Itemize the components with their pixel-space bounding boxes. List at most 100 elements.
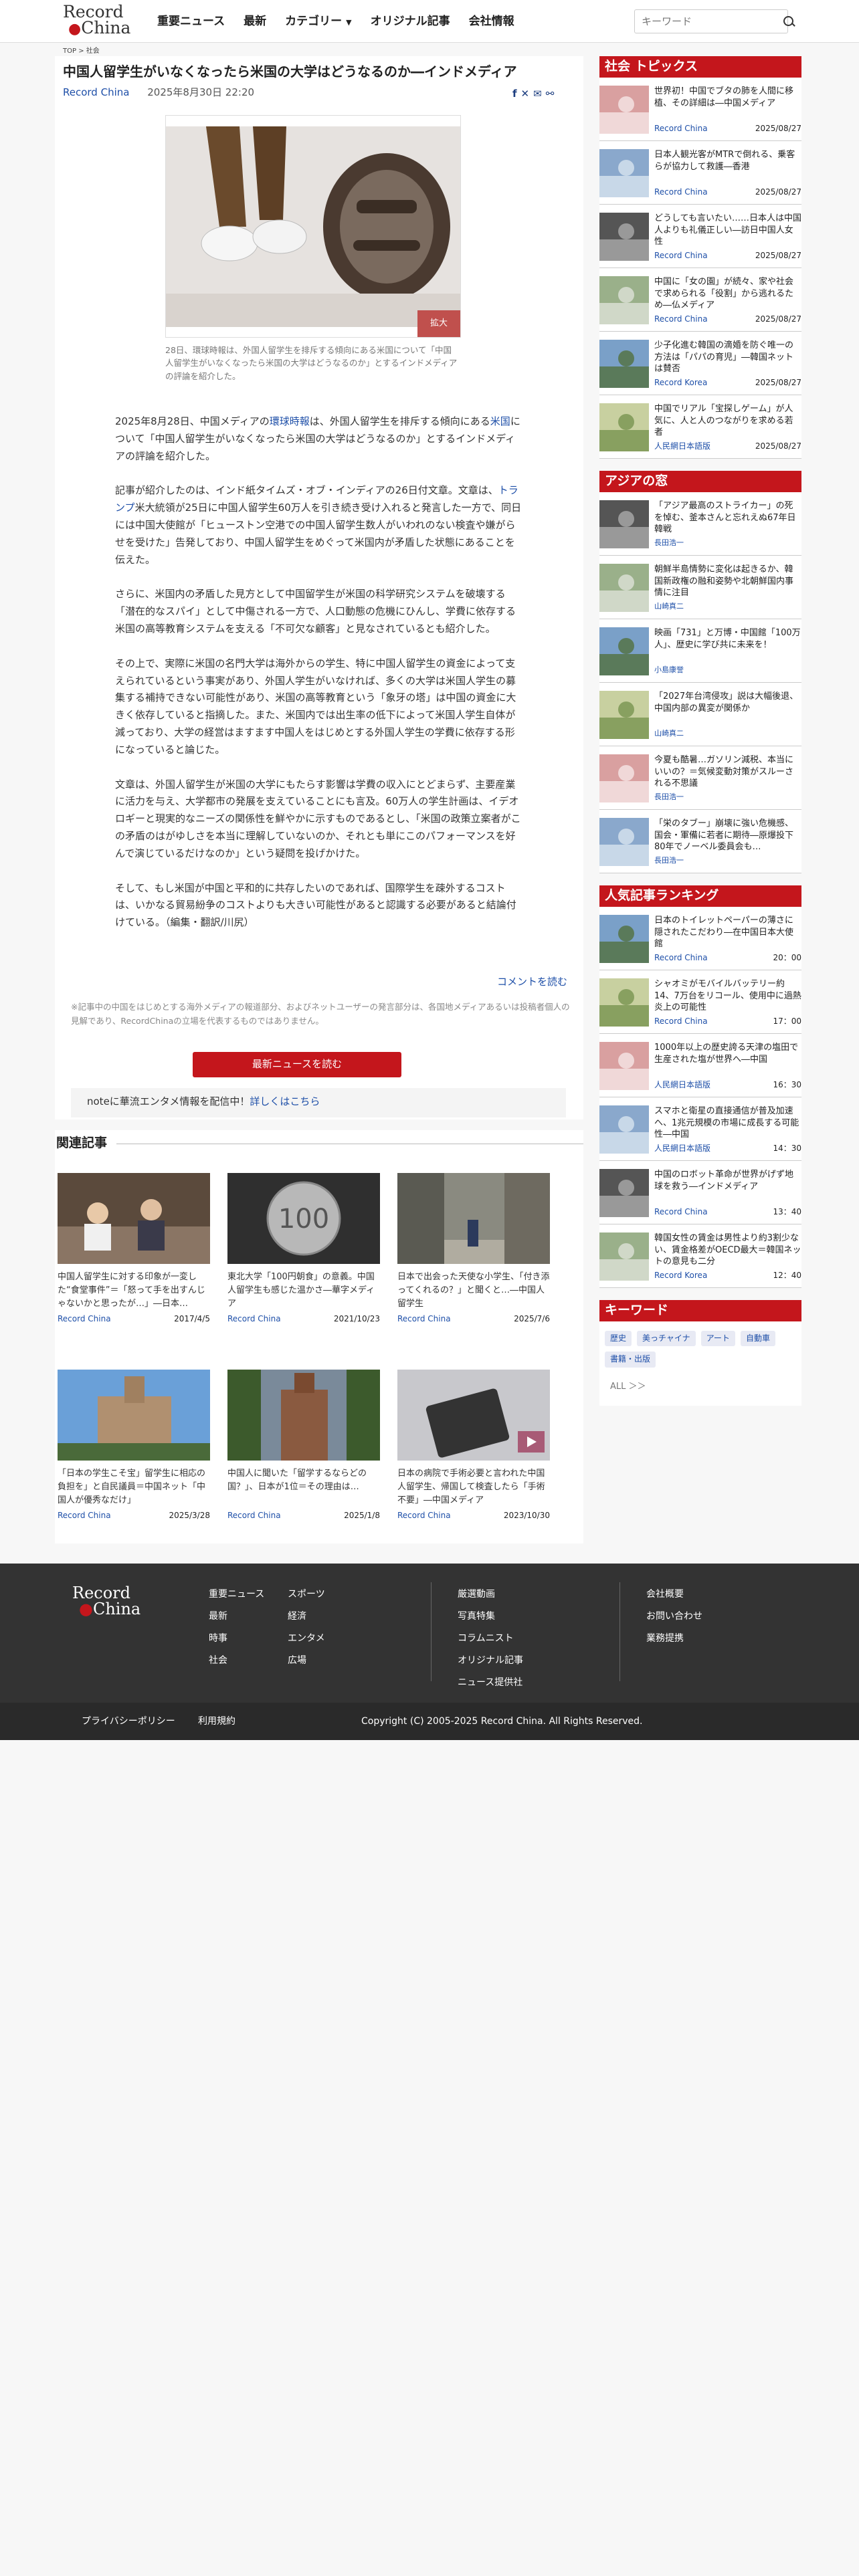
asia-item[interactable]: 「2027年台湾侵攻」説は大幅後退、中国内部の異変が関係か 山崎真二 [599,683,801,746]
link-usa[interactable]: 米国 [490,415,510,427]
footer-link[interactable]: コラムニスト [458,1628,523,1650]
related-card[interactable]: 中国人留学生に対する印象が一変した“食堂事件”＝「怒って手を出すんじゃないかと思… [58,1173,210,1325]
item-title: 「2027年台湾侵攻」説は大幅後退、中国内部の異変が関係か [654,691,799,714]
nav-latest[interactable]: 最新 [244,13,266,30]
article-container: 中国人留学生がいなくなったら米国の大学はどうなるのか―インドメディア Recor… [55,56,583,1119]
social-item[interactable]: 中国に「女の園」が続々、家や社会で求められる「役割」から逃れるため―仏メディア R… [599,268,801,332]
ranking-item[interactable]: シャオミがモバイルバッテリー約14、7万台をリコール、使用中に過熱炎上の可能性 R… [599,970,801,1034]
logo-mark-icon: ● [68,20,82,37]
item-title: 朝鮮半島情勢に変化は起きるか、韓国新政権の融和姿勢や北朝鮮国内事情に注目 [654,564,794,599]
footer-link[interactable]: お問い合わせ [646,1606,702,1628]
item-title: 今夏も酷暑…ガソリン減税、本当にいいの？＝気候変動対策がスルーされる不思議 [654,755,794,789]
item-author: 小島康誉 [654,665,684,675]
related-card[interactable]: 100 東北大学「100円朝食」の意義。中国人留学生も感じた温かさ―華字メディア… [227,1173,380,1325]
footer-link[interactable]: 経済 [288,1606,325,1628]
social-item[interactable]: どうしても言いたい……日本人は中国人よりも礼儀正しい―訪日中国人女性 Record… [599,205,801,268]
item-title: 映画「731」と万博・中国館「100万人」、歴史に学び共に未来を！ [654,628,801,650]
nav-important-news[interactable]: 重要ニュース [157,13,225,30]
item-time: 17：00 [773,1016,801,1026]
keyword-tag[interactable]: 自動車 [740,1331,775,1347]
nav-original[interactable]: オリジナル記事 [371,13,450,30]
asia-item[interactable]: 朝鮮半島情勢に変化は起きるか、韓国新政権の融和姿勢や北朝鮮国内事情に注目 山崎真二 [599,556,801,619]
asia-heading: アジアの窓 [599,471,801,492]
item-source: Record China [654,123,708,133]
footer-link[interactable]: 社会 [209,1650,264,1672]
item-author: 長田浩一 [654,538,684,548]
item-author: 長田浩一 [654,792,684,802]
terms-link[interactable]: 利用規約 [198,1715,235,1728]
asia-item[interactable]: 映画「731」と万博・中国館「100万人」、歴史に学び共に未来を！ 小島康誉 [599,619,801,683]
footer-link[interactable]: 会社概要 [646,1584,702,1606]
paragraph-5: 文章は、外国人留学生が米国の大学にもたらす影響は学費の収入にとどまらず、主要産業… [115,778,521,859]
facebook-icon[interactable]: f [512,87,517,102]
share-icons: f ✕ ✉ ⚯ [512,87,554,102]
keyword-tag[interactable]: アート [700,1331,735,1347]
x-icon[interactable]: ✕ [521,87,530,102]
keyword-tag[interactable]: 美っチャイナ [637,1331,696,1347]
footer-link[interactable]: 最新 [209,1606,264,1628]
footer-link[interactable]: オリジナル記事 [458,1650,523,1672]
asia-item[interactable]: 「栄のタブー」崩壊に強い危機感、国会・軍備に若者に期待―原爆投下80年でノーベル… [599,810,801,873]
item-date: 2025/08/27 [755,187,801,197]
item-title: 「アジア最高のストライカー」の死を悼む、釜本さんと忘れえぬ67年日韓戦 [654,501,796,535]
related-thumb [58,1173,210,1264]
asia-item[interactable]: 「アジア最高のストライカー」の死を悼む、釜本さんと忘れえぬ67年日韓戦長田浩一 [599,492,801,556]
asia-window: アジアの窓 「アジア最高のストライカー」の死を悼む、釜本さんと忘れえぬ67年日韓… [599,471,801,873]
item-title: 中国でリアル「宝探しゲーム」が人気に、人と人のつながりを求める若者 [654,404,793,438]
ranking-item[interactable]: スマホと衛星の直接通信が普及加速へ、1兆元規模の市場に成長する可能性―中国 人民網… [599,1097,801,1161]
note-details-link[interactable]: 詳しくはこちら [250,1095,320,1107]
item-time: 20：00 [773,952,801,962]
search-icon[interactable] [778,10,793,33]
footer-link[interactable]: 広場 [288,1650,325,1672]
footer-link[interactable]: 写真特集 [458,1606,523,1628]
ranking-item[interactable]: 韓国女性の賃金は男性より約3割少ない、賃金格差がOECD最大＝韓国ネットの意見も… [599,1224,801,1288]
comment-link[interactable]: コメントを読む [497,975,567,990]
mail-icon[interactable]: ✉ [533,87,542,102]
site-logo[interactable]: Record ●China [63,3,136,39]
footer-link[interactable]: スポーツ [288,1584,325,1606]
social-item[interactable]: 世界初！中国でブタの肺を人間に移植、その詳細は―中国メディア Record Chi… [599,78,801,141]
latest-news-button[interactable]: 最新ニュースを読む [193,1052,401,1077]
related-card[interactable]: 中国人に聞いた「留学するならどの国？」、日本が1位＝その理由は… Record … [227,1370,380,1521]
footer-link[interactable]: 業務提携 [646,1628,702,1650]
search-input[interactable] [635,15,778,27]
zoom-button[interactable]: 拡大 [417,310,460,337]
item-thumb [599,1232,649,1281]
link-kankyu[interactable]: 環球時報 [270,415,310,427]
nav-company[interactable]: 会社情報 [469,13,514,30]
footer-link[interactable]: 重要ニュース [209,1584,264,1606]
paragraph-1: 2025年8月28日、中国メディアの環球時報は、外国人留学生を排斥する傾向にある… [115,415,520,462]
keyword-tag[interactable]: 書籍・出版 [605,1352,656,1368]
nav-category[interactable]: カテゴリー ▼ [285,13,351,30]
breadcrumb-current[interactable]: 社会 [86,47,100,55]
link-icon[interactable]: ⚯ [546,87,555,102]
breadcrumb-top[interactable]: TOP [63,47,76,55]
footer-link[interactable]: 時事 [209,1628,264,1650]
footer-link[interactable]: ニュース提供社 [458,1672,523,1694]
related-card[interactable]: 日本の病院で手術必要と言われた中国人留学生、帰国して検査したら「手術不要」―中国… [397,1370,550,1521]
related-card[interactable]: 日本で出会った天使な小学生、「付き添ってくれるの？」と聞くと…―中国人留学生 R… [397,1173,550,1325]
related-thumb [227,1370,380,1461]
ranking-item[interactable]: 日本のトイレットペーパーの薄さに隠されたこだわり―在中国日本大使館 Record … [599,907,801,970]
keyword-tag[interactable]: 歴史 [605,1331,632,1347]
privacy-link[interactable]: プライバシーポリシー [82,1715,175,1728]
item-thumb [599,1169,649,1217]
social-item[interactable]: 日本人観光客がMTRで倒れる、乗客らが協力して救護―香港 Record China… [599,141,801,205]
keywords-all-link[interactable]: ALL ＞＞ [599,1381,801,1406]
item-date: 2025/08/27 [755,250,801,260]
related-card[interactable]: 「日本の学生こそ宝」留学生に相応の負担を」と自民議員＝中国ネット「中国人が優秀な… [58,1370,210,1521]
related-thumb [397,1370,550,1461]
social-item[interactable]: 少子化進む韓国の滴婚を防ぐ唯一の方法は「パパの育児」―韓国ネットは賛否 Recor… [599,332,801,395]
note-banner: noteに華流エンタメ情報を配信中！詳しくはこちら [71,1088,566,1117]
ranking-item[interactable]: 中国のロボット革命が世界がげず地球を救う―インドメディア Record China… [599,1161,801,1224]
paragraph-4: その上で、実際に米国の名門大学は海外からの学生、特に中国人留学生の資金によって支… [115,657,516,756]
asia-item[interactable]: 今夏も酷暑…ガソリン減税、本当にいいの？＝気候変動対策がスルーされる不思議長田浩… [599,746,801,810]
article-source[interactable]: Record China [63,86,129,98]
footer-logo[interactable]: Record ●China [72,1585,140,1617]
social-item[interactable]: 中国でリアル「宝探しゲーム」が人気に、人と人のつながりを求める若者 人民網日本語版… [599,395,801,459]
footer-link[interactable]: エンタメ [288,1628,325,1650]
article-photo[interactable]: 拡大 [165,115,461,338]
ranking-item[interactable]: 1000年以上の歴史誇る天津の塩田で生産された塩が世界へ―中国 人民網日本語版 16… [599,1034,801,1097]
item-title: 韓国女性の賃金は男性より約3割少ない、賃金格差がOECD最大＝韓国ネットの意見も… [654,1233,801,1267]
footer-link[interactable]: 厳選動画 [458,1584,523,1606]
